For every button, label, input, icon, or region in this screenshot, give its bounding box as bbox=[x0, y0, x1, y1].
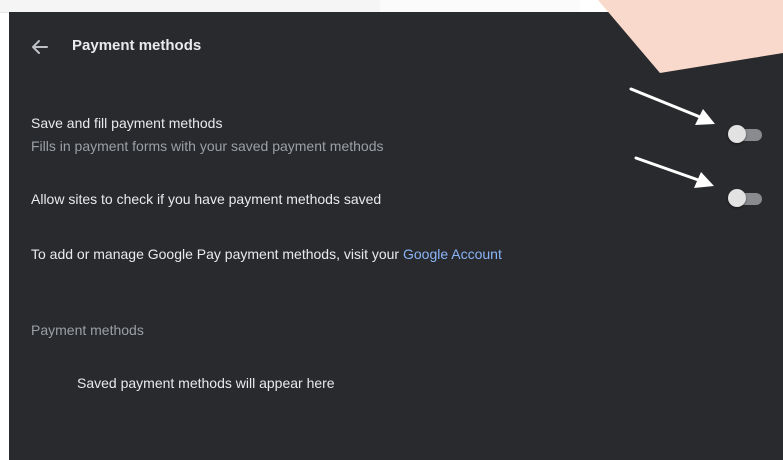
payment-methods-panel: Payment methods Save and fill payment me… bbox=[9, 12, 783, 460]
save-and-fill-title: Save and fill payment methods bbox=[31, 115, 223, 131]
allow-sites-check-toggle[interactable] bbox=[728, 188, 764, 208]
help-circle-icon[interactable] bbox=[745, 37, 767, 59]
toggle-knob bbox=[728, 125, 746, 143]
screenshot: Payment methods Save and fill payment me… bbox=[0, 0, 783, 460]
google-pay-info-text: To add or manage Google Pay payment meth… bbox=[31, 246, 403, 262]
google-pay-info: To add or manage Google Pay payment meth… bbox=[31, 246, 502, 262]
page-title: Payment methods bbox=[72, 37, 202, 54]
save-and-fill-toggle[interactable] bbox=[728, 124, 764, 144]
toggle-knob bbox=[728, 189, 746, 207]
save-and-fill-subtitle: Fills in payment forms with your saved p… bbox=[31, 138, 384, 154]
background-strip-right bbox=[380, 0, 580, 12]
arrow-left-icon[interactable] bbox=[29, 36, 51, 58]
header: Payment methods bbox=[9, 12, 783, 82]
google-account-link[interactable]: Google Account bbox=[403, 246, 502, 262]
allow-sites-check-title: Allow sites to check if you have payment… bbox=[31, 191, 382, 207]
empty-payment-methods-message: Saved payment methods will appear here bbox=[77, 375, 335, 391]
payment-methods-section-label: Payment methods bbox=[31, 322, 144, 338]
